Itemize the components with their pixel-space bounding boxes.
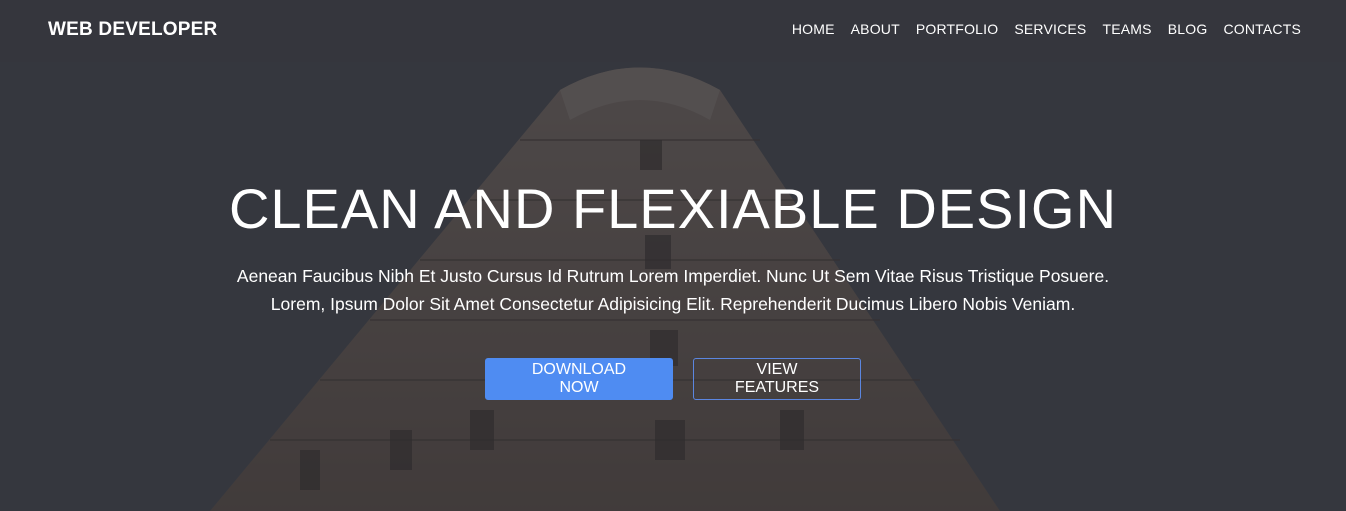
hero-subtitle: Aenean Faucibus Nibh Et Justo Cursus Id … xyxy=(183,262,1163,318)
nav-item-services[interactable]: SERVICES xyxy=(1014,21,1086,37)
hero-subtitle-line-1: Aenean Faucibus Nibh Et Justo Cursus Id … xyxy=(236,266,1110,286)
nav-item-contacts[interactable]: CONTACTS xyxy=(1223,21,1301,37)
nav-item-blog[interactable]: BLOG xyxy=(1168,21,1208,37)
hero-buttons: DOWNLOAD NOW VIEW FEATURES xyxy=(0,358,1346,400)
nav-item-about[interactable]: ABOUT xyxy=(851,21,900,37)
top-navbar: WEB DEVELOPER HOME ABOUT PORTFOLIO SERVI… xyxy=(0,0,1346,62)
brand-logo-text[interactable]: WEB DEVELOPER xyxy=(48,19,217,41)
hero-subtitle-line-2: Lorem, Ipsum Dolor Sit Amet Consectetur … xyxy=(270,294,1076,314)
download-now-button[interactable]: DOWNLOAD NOW xyxy=(485,358,673,400)
hero-title: CLEAN AND FLEXIABLE DESIGN xyxy=(228,177,1118,240)
nav-item-teams[interactable]: TEAMS xyxy=(1102,21,1151,37)
hero-section: WEB DEVELOPER HOME ABOUT PORTFOLIO SERVI… xyxy=(0,0,1346,511)
nav-item-portfolio[interactable]: PORTFOLIO xyxy=(916,21,998,37)
view-features-button[interactable]: VIEW FEATURES xyxy=(693,358,861,400)
nav-item-home[interactable]: HOME xyxy=(792,21,835,37)
nav-menu: HOME ABOUT PORTFOLIO SERVICES TEAMS BLOG… xyxy=(792,21,1301,37)
hero-content: CLEAN AND FLEXIABLE DESIGN Aenean Faucib… xyxy=(0,174,1346,400)
